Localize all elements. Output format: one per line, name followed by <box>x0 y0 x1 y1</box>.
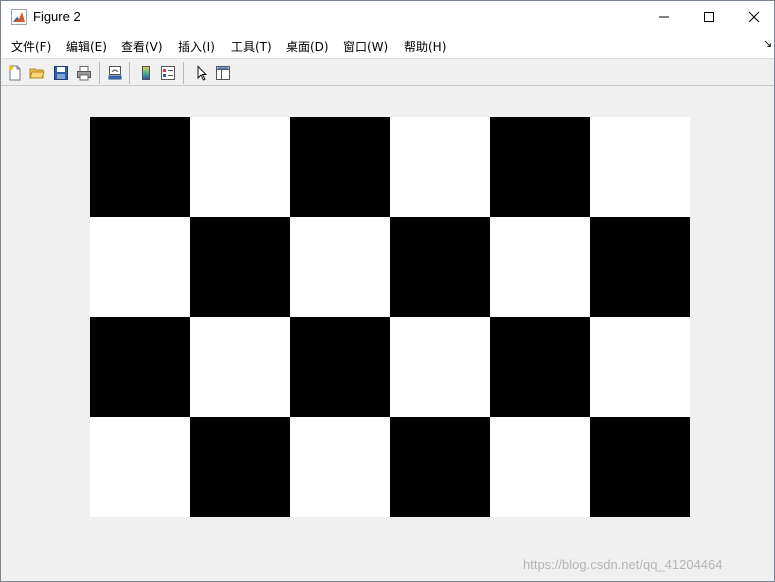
menu-file[interactable]: 文件(F) <box>11 38 51 55</box>
menu-overflow-icon[interactable]: ↘ <box>763 37 772 50</box>
watermark-text: https://blog.csdn.net/qq_41204464 <box>523 557 723 572</box>
toolbar-separator <box>129 62 130 84</box>
checker-cell-r0-c5 <box>590 117 690 217</box>
checker-cell-r3-c0 <box>90 417 190 517</box>
checker-cell-r3-c1 <box>190 417 290 517</box>
menu-help[interactable]: 帮助(H) <box>404 38 446 55</box>
menu-window[interactable]: 窗口(W) <box>343 38 388 55</box>
title-bar[interactable]: Figure 2 <box>1 1 774 33</box>
menu-edit[interactable]: 编辑(E) <box>66 38 107 55</box>
figure-toolbar <box>1 58 774 86</box>
menu-tools[interactable]: 工具(T) <box>231 38 272 55</box>
matlab-figure-icon <box>11 9 27 25</box>
checker-cell-r3-c2 <box>290 417 390 517</box>
checker-cell-r1-c3 <box>390 217 490 317</box>
print-icon[interactable] <box>74 63 94 83</box>
checker-cell-r0-c2 <box>290 117 390 217</box>
colorbar-icon[interactable] <box>136 63 156 83</box>
checker-cell-r1-c4 <box>490 217 590 317</box>
checker-cell-r1-c5 <box>590 217 690 317</box>
checker-cell-r3-c3 <box>390 417 490 517</box>
image-axes <box>90 117 690 517</box>
checker-cell-r2-c1 <box>190 317 290 417</box>
toolbar-separator <box>183 62 184 84</box>
checker-cell-r2-c5 <box>590 317 690 417</box>
property-inspector-icon[interactable] <box>213 63 233 83</box>
checker-cell-r1-c0 <box>90 217 190 317</box>
open-file-icon[interactable] <box>27 63 47 83</box>
minimize-button[interactable] <box>641 1 687 33</box>
checker-cell-r0-c4 <box>490 117 590 217</box>
menu-bar: 文件(F) 编辑(E) 查看(V) 插入(I) 工具(T) 桌面(D) 窗口(W… <box>1 33 774 58</box>
menu-view[interactable]: 查看(V) <box>121 38 163 55</box>
checker-cell-r2-c2 <box>290 317 390 417</box>
legend-icon[interactable] <box>158 63 178 83</box>
checker-cell-r1-c1 <box>190 217 290 317</box>
figure-canvas <box>3 87 774 581</box>
minimize-icon <box>659 16 669 18</box>
toolbar-separator <box>99 62 100 84</box>
checker-cell-r0-c3 <box>390 117 490 217</box>
maximize-icon <box>704 12 714 22</box>
checker-cell-r2-c3 <box>390 317 490 417</box>
window-title: Figure 2 <box>33 9 81 24</box>
checker-cell-r2-c4 <box>490 317 590 417</box>
checker-cell-r1-c2 <box>290 217 390 317</box>
figure-window: Figure 2 文件(F) 编辑(E) 查看(V) 插入(I) 工具(T) 桌… <box>0 0 775 582</box>
close-button[interactable] <box>731 1 775 33</box>
save-icon[interactable] <box>51 63 71 83</box>
close-icon <box>748 11 760 23</box>
new-figure-icon[interactable] <box>5 63 25 83</box>
checker-cell-r3-c5 <box>590 417 690 517</box>
checkerboard-image <box>90 117 690 517</box>
checker-cell-r0-c0 <box>90 117 190 217</box>
maximize-button[interactable] <box>686 1 732 33</box>
checker-cell-r2-c0 <box>90 317 190 417</box>
checker-cell-r0-c1 <box>190 117 290 217</box>
edit-plot-arrow-icon[interactable] <box>191 63 211 83</box>
menu-desktop[interactable]: 桌面(D) <box>286 38 329 55</box>
menu-insert[interactable]: 插入(I) <box>178 38 215 55</box>
checker-cell-r3-c4 <box>490 417 590 517</box>
link-plot-icon[interactable] <box>105 63 125 83</box>
